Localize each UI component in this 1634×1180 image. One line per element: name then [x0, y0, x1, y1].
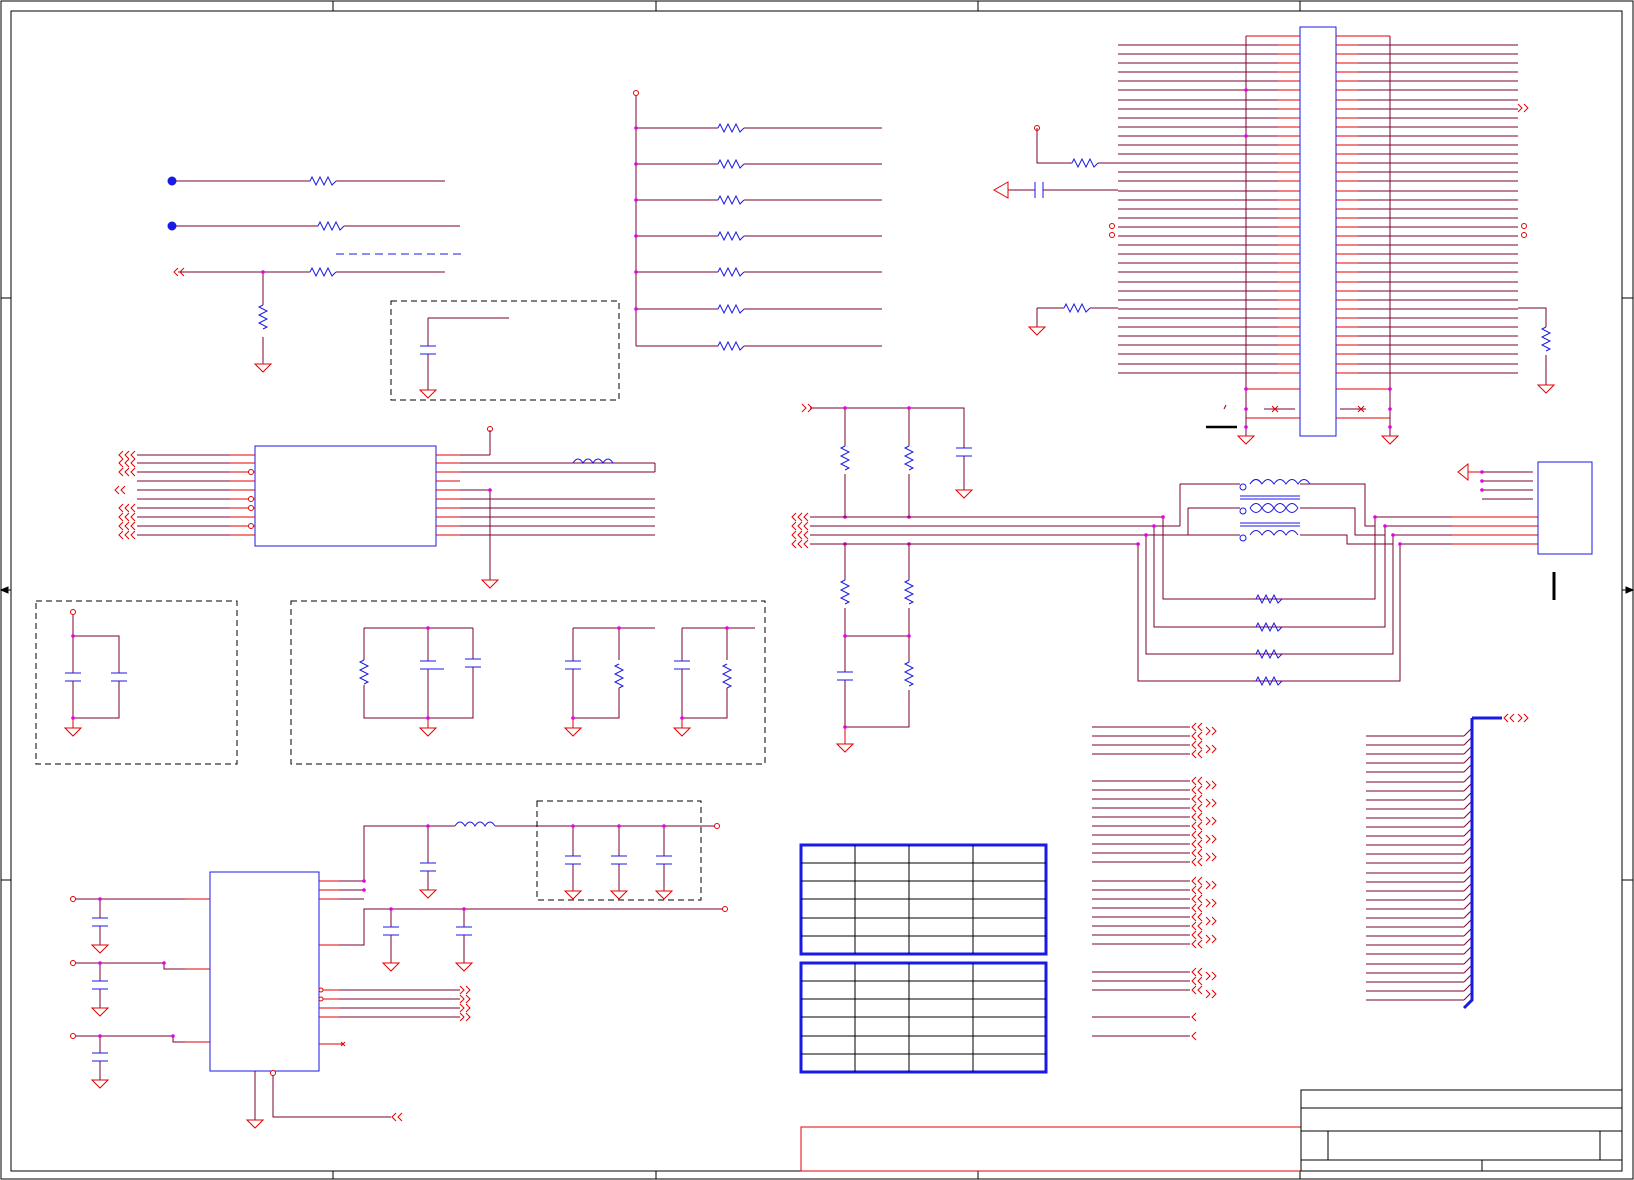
off-page-connector: [1205, 971, 1217, 981]
off-page-connector: [1191, 885, 1203, 895]
power-decoupling-group: [35, 600, 238, 765]
off-page-connector: [1191, 821, 1203, 831]
top-connector-block: [992, 26, 1556, 445]
off-page-connector: [1191, 921, 1203, 931]
off-page-connector: [1191, 776, 1203, 786]
off-page-connector: [1191, 812, 1203, 822]
off-page-connector: [1205, 744, 1217, 754]
off-page-connector: [1191, 803, 1203, 813]
left-resistor-nets: [167, 175, 463, 373]
schematic-sheet: [0, 0, 1634, 1180]
off-page-connector: [1191, 876, 1203, 886]
off-page-connector: [1205, 798, 1217, 808]
title-block: [800, 1089, 1623, 1172]
off-page-connector: [1205, 880, 1217, 890]
regulator-block: [70, 800, 728, 1129]
off-page-connector: [1205, 989, 1217, 999]
off-page-connector: [1191, 848, 1203, 858]
filter-group: [290, 600, 766, 765]
off-page-connector: [1205, 934, 1217, 944]
off-page-connector: [1191, 912, 1203, 922]
table-2: [799, 961, 1048, 1074]
off-page-connector: [1205, 916, 1217, 926]
off-page-connector: [1205, 834, 1217, 844]
off-page-connector: [1191, 976, 1203, 986]
off-page-connector: [1191, 894, 1203, 904]
off-page-connector: [1191, 939, 1203, 949]
off-page-connector: [1191, 830, 1203, 840]
signal-bus-right: [1366, 713, 1529, 1010]
off-page-connector: [1191, 985, 1203, 995]
off-page-connector: [1191, 1012, 1197, 1022]
off-page-connector: [1191, 740, 1203, 750]
signal-bus-left: [1092, 722, 1217, 1041]
off-page-connector: [1205, 780, 1217, 790]
off-page-connector: [1191, 857, 1203, 867]
off-page-connector: [1191, 1031, 1197, 1041]
left-ic-block: [114, 426, 656, 589]
off-page-connector: [1191, 839, 1203, 849]
transformer-block: [791, 462, 1538, 687]
table-1: [799, 843, 1048, 956]
off-page-connector: [1191, 722, 1203, 732]
border-frame: [0, 0, 1634, 1180]
off-page-connector: [1191, 930, 1203, 940]
off-page-connector: [1205, 726, 1217, 736]
off-page-connector: [1205, 852, 1217, 862]
pullup-resistor-bank: [633, 90, 882, 352]
dashed-cap-block: [390, 300, 620, 401]
off-page-connector: [1191, 794, 1203, 804]
off-page-connector: [1191, 731, 1203, 741]
off-page-connector: [1191, 749, 1203, 759]
off-page-connector: [1191, 785, 1203, 795]
off-page-connector: [1205, 898, 1217, 908]
off-page-connector: [1205, 816, 1217, 826]
off-page-connector: [1191, 903, 1203, 913]
off-page-connector: [1191, 967, 1203, 977]
termination-resistors: [801, 403, 974, 753]
right-rj-connector: [1537, 461, 1593, 600]
